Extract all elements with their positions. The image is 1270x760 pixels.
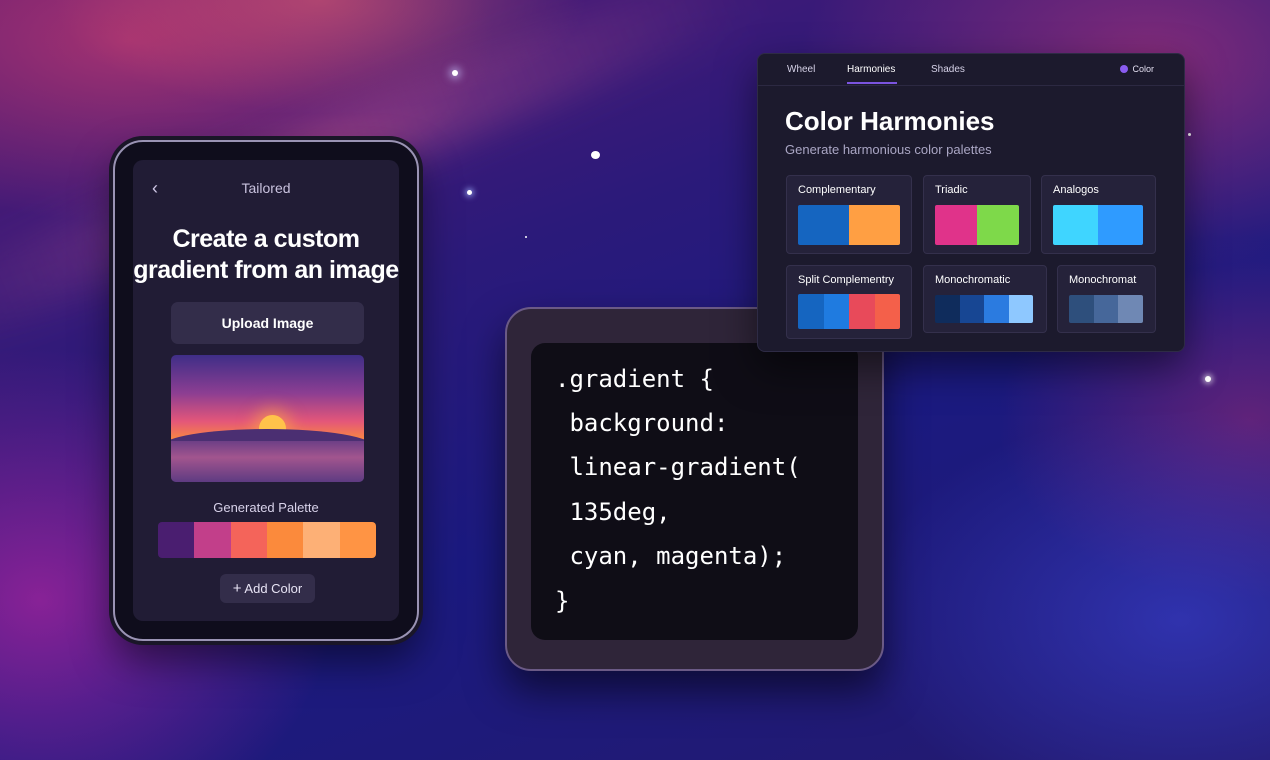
harmony-swatch-strip <box>1069 295 1143 323</box>
harmony-swatch <box>935 205 977 245</box>
water-shape <box>171 441 364 482</box>
harmony-card-label: Monochromatic <box>935 274 1011 286</box>
harmony-card-label: Split Complementry <box>798 274 894 286</box>
harmony-swatch <box>874 294 900 329</box>
harmony-card-label: Triadic <box>935 184 968 196</box>
code-block: .gradient { background: linear-gradient(… <box>531 343 858 640</box>
harmony-swatch <box>1093 295 1119 323</box>
harmony-swatch <box>1069 295 1094 323</box>
code-line: linear-gradient( <box>555 453 801 481</box>
harmony-swatch-strip <box>1053 205 1143 245</box>
add-color-button[interactable]: + Add Color <box>220 574 315 603</box>
headline-line-2: gradient from an image <box>133 256 399 284</box>
code-line: .gradient { <box>555 365 714 393</box>
star <box>1205 376 1211 382</box>
palette-swatch[interactable] <box>266 522 304 558</box>
page-headline: Create a custom gradient from an image <box>133 224 399 286</box>
headline-line-1: Create a custom <box>172 225 360 253</box>
code-line: background: <box>555 409 729 437</box>
harmony-swatch <box>977 205 1019 245</box>
palette-swatch[interactable] <box>158 522 195 558</box>
panel-title: Color Harmonies <box>785 106 995 136</box>
harmony-card-label: Analogos <box>1053 184 1099 196</box>
harmony-swatch-strip <box>798 294 900 329</box>
harmony-card[interactable]: Triadic <box>923 175 1031 254</box>
harmony-swatch <box>1118 295 1143 323</box>
color-dot-icon <box>1120 65 1129 73</box>
harmony-swatch <box>1008 295 1033 323</box>
generated-palette <box>158 522 376 558</box>
palette-swatch[interactable] <box>194 522 231 558</box>
code-line: } <box>555 587 570 615</box>
harmony-swatch <box>849 205 900 245</box>
color-selector-label: Color <box>1132 64 1154 74</box>
phone-mockup: ‹ Tailored Create a custom gradient from… <box>113 140 419 641</box>
harmony-swatch <box>823 294 849 329</box>
plus-icon: + <box>232 580 242 597</box>
harmony-card[interactable]: Monochromat <box>1057 265 1156 333</box>
harmony-swatch <box>1098 205 1143 245</box>
harmony-card[interactable]: Split Complementry <box>786 265 912 339</box>
upload-image-button[interactable]: Upload Image <box>171 302 364 344</box>
phone-screen: ‹ Tailored Create a custom gradient from… <box>133 160 399 621</box>
harmony-card-label: Monochromat <box>1069 274 1137 286</box>
harmony-swatch <box>1053 205 1098 245</box>
tab-shades[interactable]: Shades <box>931 64 965 75</box>
palette-swatch[interactable] <box>303 522 340 558</box>
harmony-swatch-strip <box>935 205 1019 245</box>
star <box>525 236 527 238</box>
code-snippet-card: .gradient { background: linear-gradient(… <box>505 307 884 671</box>
star <box>591 151 600 159</box>
star <box>1188 133 1191 136</box>
tab-bar: Wheel Harmonies Shades Color <box>758 54 1184 86</box>
harmony-swatch-strip <box>798 205 900 245</box>
uploaded-image-preview <box>171 355 364 482</box>
active-tab-indicator <box>847 82 897 84</box>
tab-wheel[interactable]: Wheel <box>787 64 815 75</box>
harmony-swatch <box>959 295 984 323</box>
harmony-swatch-strip <box>935 295 1033 323</box>
star <box>467 190 472 195</box>
color-harmonies-panel: Wheel Harmonies Shades Color Color Harmo… <box>757 53 1185 352</box>
harmony-swatch <box>984 295 1009 323</box>
color-selector[interactable]: Color <box>1120 64 1154 74</box>
harmony-swatch <box>849 294 875 329</box>
harmony-swatch <box>798 205 849 245</box>
palette-swatch[interactable] <box>339 522 376 558</box>
harmony-card-label: Complementary <box>798 184 876 196</box>
star <box>452 70 458 76</box>
code-line: 135deg, <box>555 498 671 526</box>
panel-subtitle: Generate harmonious color palettes <box>785 142 992 157</box>
harmony-swatch <box>798 294 824 329</box>
harmony-card[interactable]: Analogos <box>1041 175 1156 254</box>
harmony-card[interactable]: Monochromatic <box>923 265 1047 333</box>
app-title: Tailored <box>241 180 291 196</box>
harmony-card[interactable]: Complementary <box>786 175 912 254</box>
generated-palette-label: Generated Palette <box>213 500 319 515</box>
harmony-swatch <box>935 295 960 323</box>
tab-harmonies[interactable]: Harmonies <box>847 64 895 75</box>
palette-swatch[interactable] <box>230 522 267 558</box>
code-line: cyan, magenta); <box>555 542 787 570</box>
add-color-label: Add Color <box>244 581 303 596</box>
